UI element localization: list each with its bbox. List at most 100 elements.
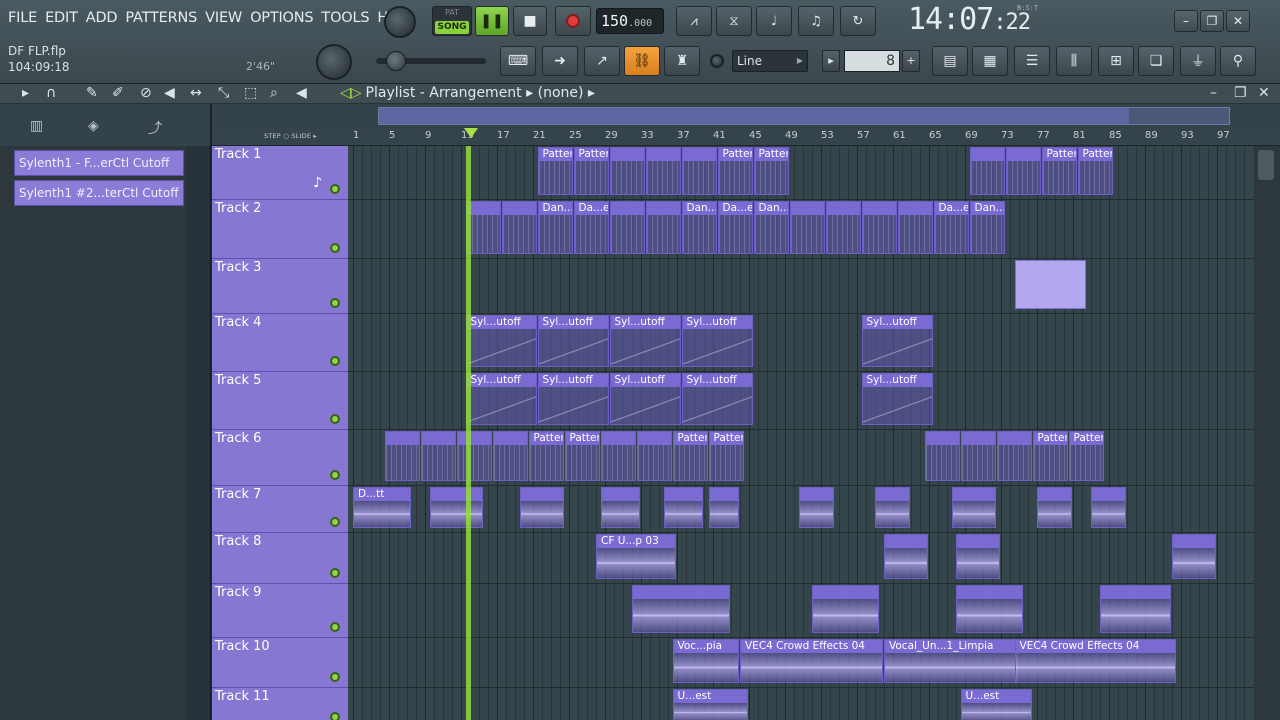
wait-input-button[interactable]: ⧖ xyxy=(716,6,752,36)
pattern-clip[interactable]: Da...ems xyxy=(573,201,609,254)
pattern-clip[interactable]: Dan...ems xyxy=(681,201,717,254)
pattern-clip[interactable] xyxy=(960,431,996,481)
maximize-button[interactable]: ❐ xyxy=(1200,10,1224,32)
slice-tool-icon[interactable]: ⤡ xyxy=(218,85,229,101)
audio-clip[interactable] xyxy=(875,487,910,528)
mixer-button[interactable]: ⫼ xyxy=(1056,46,1092,76)
record-button[interactable] xyxy=(555,6,591,36)
pattern-clip[interactable] xyxy=(1014,260,1086,309)
menu-edit[interactable]: EDIT xyxy=(41,8,82,32)
audio-clip[interactable] xyxy=(429,487,483,528)
audio-clip[interactable]: D...tt xyxy=(353,487,411,528)
track-enable-led[interactable] xyxy=(330,356,340,366)
browser-button[interactable]: ⊞ xyxy=(1098,46,1134,76)
plugin-picker-button[interactable]: ❏ xyxy=(1138,46,1174,76)
pattern-clip[interactable]: Pattern 2 xyxy=(573,147,609,195)
menu-add[interactable]: ADD xyxy=(82,8,122,32)
pattern-clip[interactable] xyxy=(681,147,717,195)
pattern-clip[interactable]: Dan...ems xyxy=(537,201,573,254)
master-volume-knob[interactable] xyxy=(384,6,416,38)
audio-clip[interactable] xyxy=(1037,487,1072,528)
plugin-database-button[interactable]: ⏚ xyxy=(1180,46,1216,76)
audio-clip[interactable] xyxy=(663,487,703,528)
pattern-clip[interactable] xyxy=(1005,147,1041,195)
audio-clip[interactable] xyxy=(956,585,1023,633)
audio-clip[interactable]: VEC4 Crowd Effects 04 xyxy=(740,639,883,683)
automation-clip[interactable]: Syl...utoff xyxy=(861,373,933,425)
timeline-ruler[interactable]: STEP ○ SLIDE ▸ 1 5 9 13 17 21 25 29 33 37 41 45 49 53… xyxy=(212,128,1280,146)
playlist-menu-arrow-icon[interactable]: ▸ xyxy=(22,85,29,101)
automation-clip[interactable]: Syl...utoff xyxy=(609,373,681,425)
audio-clip[interactable] xyxy=(1091,487,1126,528)
audio-clip[interactable]: Voc...pia xyxy=(672,639,739,683)
step-prev-button[interactable]: ▸ xyxy=(822,50,840,72)
countdown-button[interactable]: ♩ xyxy=(756,6,792,36)
menu-tools[interactable]: TOOLS xyxy=(317,8,373,32)
pattern-clip[interactable] xyxy=(492,431,528,481)
master-pitch-slider[interactable] xyxy=(376,51,486,71)
slide-button[interactable]: ↗ xyxy=(584,46,620,76)
track-enable-led[interactable] xyxy=(330,712,340,720)
help-button[interactable]: ⚲ xyxy=(1220,46,1256,76)
track-header[interactable]: Track 10 xyxy=(212,638,348,688)
playhead-marker[interactable] xyxy=(464,128,478,138)
typing-keyboard-button[interactable]: ⌨ xyxy=(500,46,536,76)
mute-tool-icon[interactable]: ◀ xyxy=(164,85,175,101)
track-enable-led[interactable] xyxy=(330,298,340,308)
track-enable-led[interactable] xyxy=(330,622,340,632)
play-pause-button[interactable]: ❚❚ xyxy=(475,6,509,36)
automation-clip[interactable]: Syl...utoff xyxy=(609,315,681,367)
automation-clip[interactable]: Syl...utoff xyxy=(465,373,537,425)
pattern-clip[interactable] xyxy=(384,431,420,481)
automation-clip[interactable]: Syl...utoff xyxy=(861,315,933,367)
pattern-clip[interactable]: Pattern 2 xyxy=(753,147,789,195)
song-overview-scroll[interactable] xyxy=(378,107,1230,125)
zoom-tool-icon[interactable]: ⌕ xyxy=(270,85,278,101)
audio-clip[interactable] xyxy=(812,585,879,633)
audio-clip[interactable]: VEC4 Crowd Effects 04 xyxy=(1014,639,1176,683)
pattern-clip[interactable] xyxy=(456,431,492,481)
audio-clip[interactable] xyxy=(798,487,834,528)
menu-file[interactable]: FILE xyxy=(4,8,41,32)
pattern-clip[interactable] xyxy=(609,147,645,195)
step-value-display[interactable]: 8 xyxy=(844,50,900,72)
menu-patterns[interactable]: PATTERNS xyxy=(121,8,201,32)
master-pitch-knob[interactable] xyxy=(316,44,352,80)
playlist-close-icon[interactable]: ✕ xyxy=(1258,85,1270,101)
audio-clip[interactable] xyxy=(884,534,928,579)
track-header[interactable]: Track 11 xyxy=(212,688,348,720)
step-add-button[interactable]: + xyxy=(902,50,920,72)
pattern-clip[interactable] xyxy=(969,147,1005,195)
pattern-clip[interactable] xyxy=(996,431,1032,481)
delete-tool-icon[interactable]: ⊘ xyxy=(140,85,152,101)
pattern-clip[interactable] xyxy=(825,201,861,254)
pattern-clip[interactable] xyxy=(420,431,456,481)
pattern-clip[interactable] xyxy=(609,201,645,254)
track-header[interactable]: Track 1 ♪ xyxy=(212,146,348,200)
pattern-clip[interactable] xyxy=(789,201,825,254)
audio-clip[interactable] xyxy=(708,487,739,528)
piano-filter-icon[interactable]: ▥ xyxy=(30,118,43,134)
vertical-scrollbar[interactable] xyxy=(1254,146,1280,720)
channel-rack-button[interactable]: ☰ xyxy=(1014,46,1050,76)
song-position-clock[interactable]: 14:07:22 B:S:T xyxy=(908,2,1058,40)
audio-clip[interactable] xyxy=(956,534,1000,579)
audio-clip[interactable] xyxy=(1100,585,1171,633)
pattern-clip[interactable]: Pattern 1 xyxy=(1068,431,1104,481)
close-button[interactable]: ✕ xyxy=(1226,10,1250,32)
pattern-clip[interactable]: Dan...ems xyxy=(753,201,789,254)
pattern-clip[interactable]: Da...ems xyxy=(717,201,753,254)
track-enable-led[interactable] xyxy=(330,672,340,682)
pattern-clip[interactable]: Pattern 1 xyxy=(564,431,600,481)
audio-clip[interactable] xyxy=(951,487,996,528)
pattern-clip[interactable]: Pattern 1 xyxy=(528,431,564,481)
pattern-clip[interactable] xyxy=(861,201,897,254)
automation-clip[interactable]: Syl...utoff xyxy=(681,315,753,367)
slider-handle[interactable] xyxy=(386,51,406,71)
automation-clip[interactable]: Syl...utoff xyxy=(465,315,537,367)
pattern-clip[interactable] xyxy=(636,431,672,481)
brush-icon[interactable]: ✐ xyxy=(112,85,124,101)
scroll-thumb[interactable] xyxy=(1258,150,1274,180)
select-tool-icon[interactable]: ⬚ xyxy=(244,85,257,101)
track-header[interactable]: Track 3 xyxy=(212,259,348,314)
